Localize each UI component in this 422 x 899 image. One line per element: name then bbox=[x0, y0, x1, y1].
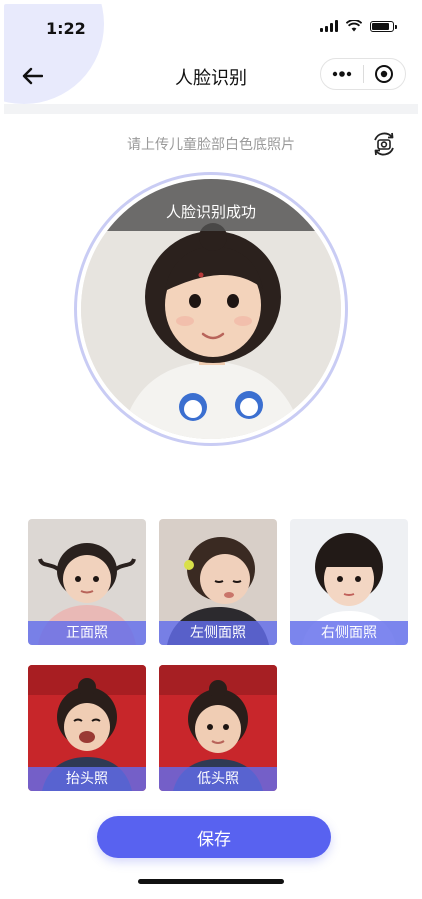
thumb-head-down[interactable]: 低头照 bbox=[159, 665, 277, 791]
more-button[interactable] bbox=[321, 71, 363, 77]
save-button[interactable]: 保存 bbox=[97, 816, 331, 858]
thumb-head-up[interactable]: 抬头照 bbox=[28, 665, 146, 791]
app-screen: 1:22 人脸识别 请上传儿童脸部白色底照片 人脸识别成功 正面照 左侧面照 右… bbox=[4, 4, 418, 895]
status-icons bbox=[320, 20, 397, 32]
face-photo-ring[interactable]: 人脸识别成功 bbox=[74, 172, 348, 446]
wifi-icon bbox=[346, 20, 362, 32]
mini-program-capsule bbox=[320, 58, 406, 90]
nav-bar: 人脸识别 bbox=[4, 50, 418, 100]
thumb-head-down-label: 低头照 bbox=[159, 767, 277, 791]
recognition-status-banner: 人脸识别成功 bbox=[81, 179, 341, 231]
section-divider bbox=[4, 104, 418, 114]
thumb-front-label: 正面照 bbox=[28, 621, 146, 645]
camera-switch-icon bbox=[374, 132, 394, 156]
more-dots-icon bbox=[332, 71, 351, 77]
thumb-right-side[interactable]: 右侧面照 bbox=[290, 519, 408, 645]
thumb-front[interactable]: 正面照 bbox=[28, 519, 146, 645]
switch-camera-button[interactable] bbox=[370, 130, 398, 158]
status-time: 1:22 bbox=[46, 19, 86, 38]
thumb-head-up-label: 抬头照 bbox=[28, 767, 146, 791]
battery-fill bbox=[372, 22, 389, 30]
face-photo: 人脸识别成功 bbox=[81, 179, 341, 439]
thumb-left-side[interactable]: 左侧面照 bbox=[159, 519, 277, 645]
battery-icon bbox=[370, 20, 397, 32]
upload-hint: 请上传儿童脸部白色底照片 bbox=[127, 137, 295, 153]
thumb-right-side-label: 右侧面照 bbox=[290, 621, 408, 645]
thumb-left-side-label: 左侧面照 bbox=[159, 621, 277, 645]
status-bar: 1:22 bbox=[4, 4, 418, 50]
recognition-status-text: 人脸识别成功 bbox=[165, 203, 256, 221]
signal-icon bbox=[320, 20, 338, 32]
target-close-icon bbox=[375, 65, 394, 83]
close-button[interactable] bbox=[363, 64, 405, 84]
home-indicator bbox=[138, 879, 284, 884]
